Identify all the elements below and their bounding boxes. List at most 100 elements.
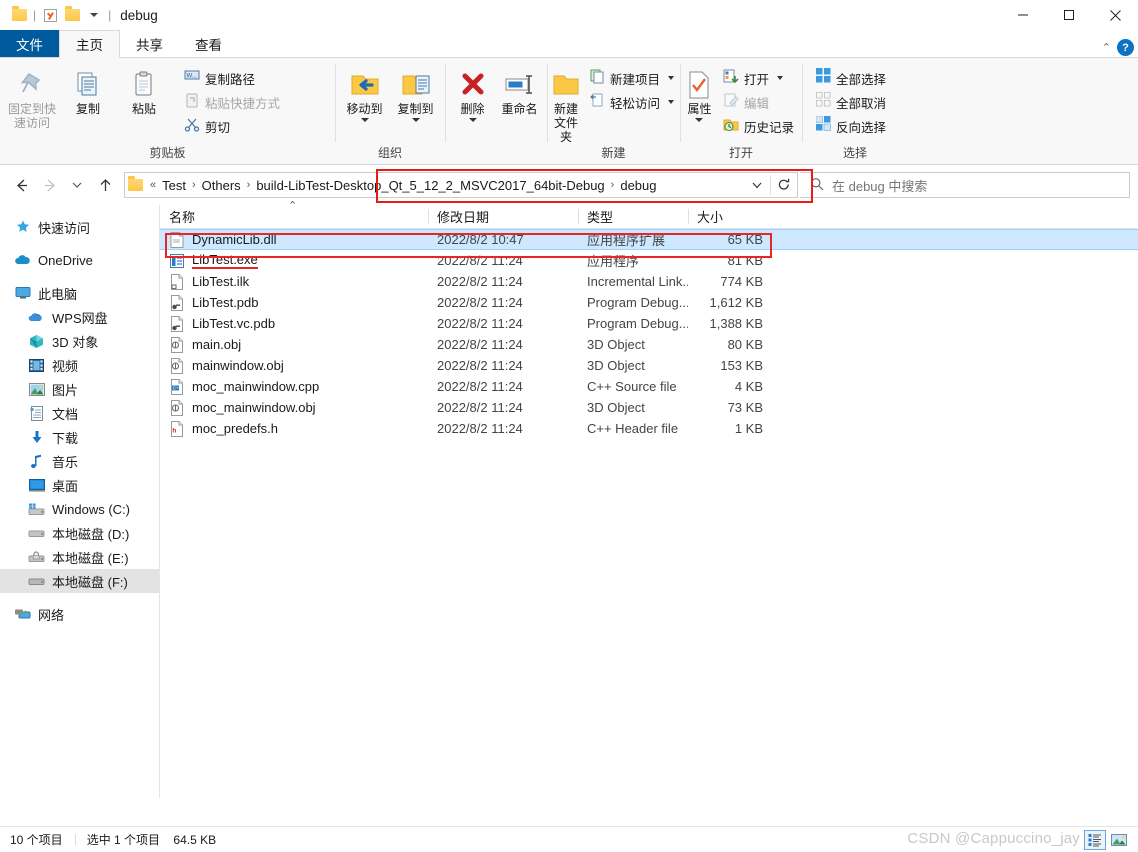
sidebar-item-videos[interactable]: 视频 [0, 353, 160, 377]
breadcrumb-item-test[interactable]: Test [158, 178, 190, 193]
table-row[interactable]: main.obj 2022/8/2 11:24 3D Object 80 KB [160, 334, 1138, 355]
sidebar-item-3d-objects[interactable]: 3D 对象 [0, 329, 160, 353]
table-row[interactable]: LibTest.pdb 2022/8/2 11:24 Program Debug… [160, 292, 1138, 313]
file-name-label: main.obj [192, 337, 242, 352]
back-arrow-icon[interactable] [8, 172, 34, 198]
up-arrow-icon[interactable] [92, 172, 118, 198]
paste-button[interactable]: 粘贴 [116, 64, 172, 116]
sidebar-item-documents[interactable]: 文档 [0, 401, 160, 425]
column-header-name[interactable]: ⌃ 名称 [160, 200, 428, 228]
copy-path-icon: W... [184, 68, 200, 89]
maximize-icon[interactable] [1046, 0, 1092, 30]
paste-shortcut-button[interactable]: 粘贴快捷方式 [180, 91, 284, 113]
properties-dropdown-icon[interactable] [695, 118, 704, 122]
breadcrumb-overflow[interactable]: « [150, 179, 156, 191]
sidebar-item-drive-f[interactable]: 本地磁盘 (F:) [0, 569, 160, 593]
table-row[interactable]: DynamicLib.dll 2022/8/2 10:47 应用程序扩展 65 … [160, 229, 1138, 250]
sidebar-item-network[interactable]: 网络 [0, 602, 160, 626]
cut-button[interactable]: 剪切 [180, 115, 284, 137]
tab-home[interactable]: 主页 [59, 30, 120, 58]
search-input[interactable]: 在 debug 中搜索 [800, 172, 1130, 198]
forward-arrow-icon[interactable] [36, 172, 62, 198]
close-icon[interactable] [1092, 0, 1138, 30]
address-bar[interactable]: « Test › Others › build-LibTest-Desktop_… [124, 169, 813, 203]
breadcrumb-sep-3[interactable]: › [611, 179, 615, 191]
select-all-button[interactable]: 全部选择 [812, 67, 890, 89]
file-date-cell: 2022/8/2 11:24 [437, 400, 523, 415]
delete-button[interactable]: 删除 [449, 64, 496, 122]
open-dropdown-icon[interactable] [777, 76, 783, 80]
column-header-date[interactable]: 修改日期 [428, 205, 578, 228]
invert-selection-icon [815, 115, 831, 136]
details-view-icon[interactable] [1084, 829, 1106, 850]
open-button[interactable]: 打开 [719, 67, 798, 89]
sidebar-item-drive-e[interactable]: 本地磁盘 (E:) [0, 545, 160, 569]
sidebar-item-pictures[interactable]: 图片 [0, 377, 160, 401]
edit-button[interactable]: 编辑 [719, 91, 798, 113]
refresh-icon[interactable] [771, 173, 797, 197]
copy-path-label: 复制路径 [205, 72, 256, 87]
table-row[interactable]: C++ moc_mainwindow.cpp 2022/8/2 11:24 C+… [160, 376, 1138, 397]
table-row[interactable]: LibTest.ilk 2022/8/2 11:24 Incremental L… [160, 271, 1138, 292]
sidebar-item-quick-access[interactable]: 快速访问 [0, 215, 160, 239]
ribbon-tabs: 文件 主页 共享 查看 ⌃ ? [0, 30, 1138, 58]
tab-view[interactable]: 查看 [179, 30, 238, 58]
history-button[interactable]: 历史记录 [719, 115, 798, 137]
easy-access-button[interactable]: 轻松访问 [585, 91, 678, 113]
table-row[interactable]: LibTest.exe 2022/8/2 11:24 应用程序 81 KB [160, 250, 1138, 271]
file-size-cell: 81 KB [727, 253, 763, 268]
chevron-down-icon[interactable] [744, 173, 770, 197]
recent-chevron-icon[interactable] [64, 172, 90, 198]
invert-selection-button[interactable]: 反向选择 [812, 115, 890, 137]
move-to-button[interactable]: 移动到 [339, 64, 390, 122]
properties-check-icon[interactable] [39, 4, 61, 26]
folder-icon[interactable] [8, 4, 30, 26]
move-to-dropdown-icon[interactable] [360, 118, 369, 122]
sidebar-item-downloads[interactable]: 下载 [0, 425, 160, 449]
column-header-size[interactable]: 大小 [688, 205, 774, 228]
table-row[interactable]: mainwindow.obj 2022/8/2 11:24 3D Object … [160, 355, 1138, 376]
copy-path-button[interactable]: W... 复制路径 [180, 67, 284, 89]
copy-to-button[interactable]: 复制到 [390, 64, 441, 122]
qat-divider: | [33, 8, 37, 22]
breadcrumb-sep-1[interactable]: › [192, 179, 196, 191]
large-icons-view-icon[interactable] [1108, 830, 1130, 850]
tab-share[interactable]: 共享 [120, 30, 179, 58]
tab-file[interactable]: 文件 [0, 30, 59, 58]
rename-button[interactable]: 重命名 [496, 64, 543, 116]
sidebar-item-music[interactable]: 音乐 [0, 449, 160, 473]
sidebar-item-wps-cloud[interactable]: WPS网盘 [0, 305, 160, 329]
new-item-button[interactable]: 新建项目 [585, 67, 678, 89]
file-name-label: mainwindow.obj [192, 358, 284, 373]
sidebar-item-this-pc[interactable]: 此电脑 [0, 281, 160, 305]
table-row[interactable]: moc_mainwindow.obj 2022/8/2 11:24 3D Obj… [160, 397, 1138, 418]
properties-button[interactable]: 属性 [684, 64, 715, 122]
column-header-type[interactable]: 类型 [578, 205, 688, 228]
sidebar-item-windows-c[interactable]: Windows (C:) [0, 497, 160, 521]
pin-to-quick-access-button[interactable]: 固定到快 速访问 [4, 64, 60, 130]
nav-gap-1 [0, 239, 160, 248]
sidebar-item-desktop[interactable]: 桌面 [0, 473, 160, 497]
easy-access-dropdown-icon[interactable] [668, 100, 675, 104]
collapse-ribbon-icon[interactable]: ⌃ [1102, 41, 1111, 54]
customize-chevron-icon[interactable] [83, 4, 105, 26]
breadcrumb-item-others[interactable]: Others [198, 178, 245, 193]
new-folder-icon[interactable] [61, 4, 83, 26]
new-folder-button[interactable]: 新建 文件夹 [551, 64, 581, 144]
file-size-cell: 153 KB [720, 358, 763, 373]
table-row[interactable]: h moc_predefs.h 2022/8/2 11:24 C++ Heade… [160, 418, 1138, 439]
select-small-buttons: 全部选择 全部取消 反向选择 [812, 64, 890, 137]
select-none-button[interactable]: 全部取消 [812, 91, 890, 113]
minimize-icon[interactable] [1000, 0, 1046, 30]
help-icon[interactable]: ? [1117, 39, 1134, 56]
sidebar-item-drive-d[interactable]: 本地磁盘 (D:) [0, 521, 160, 545]
breadcrumb-item-debug[interactable]: debug [616, 178, 660, 193]
breadcrumb-sep-2[interactable]: › [247, 179, 251, 191]
breadcrumb-item-build[interactable]: build-LibTest-Desktop_Qt_5_12_2_MSVC2017… [252, 178, 608, 193]
table-row[interactable]: LibTest.vc.pdb 2022/8/2 11:24 Program De… [160, 313, 1138, 334]
sidebar-item-onedrive[interactable]: OneDrive [0, 248, 160, 272]
delete-dropdown-icon[interactable] [468, 118, 477, 122]
copy-to-dropdown-icon[interactable] [411, 118, 420, 122]
copy-button[interactable]: 复制 [60, 64, 116, 116]
new-item-dropdown-icon[interactable] [668, 76, 675, 80]
